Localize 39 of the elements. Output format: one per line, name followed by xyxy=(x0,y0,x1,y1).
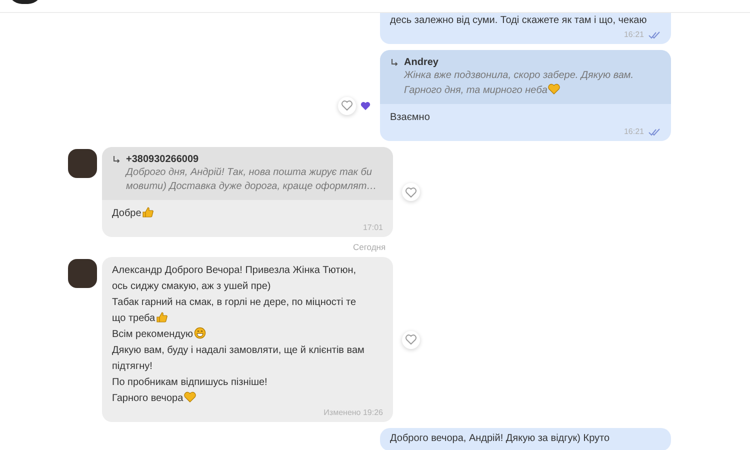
message-text: Всім рекомендую xyxy=(112,329,194,340)
message-text: Взаємно xyxy=(390,112,430,123)
message-text: Добре xyxy=(112,208,142,219)
thumbs-up-emoji-icon xyxy=(142,206,154,218)
date-divider: Сегодня xyxy=(353,242,386,252)
heart-emoji-icon xyxy=(184,391,196,403)
message-text: десь залежно від суми. Тоді скажете як там і що, чекаю xyxy=(390,15,647,26)
grin-emoji-icon xyxy=(194,327,206,339)
like-button[interactable] xyxy=(338,96,356,114)
message-text: Александр Доброго Вечора! Привезла Жінка Тютюн, xyxy=(112,265,356,276)
heart-icon xyxy=(341,100,353,111)
quote-author: Andrey xyxy=(404,56,438,69)
heart-icon xyxy=(405,186,417,198)
quote-text: мовити) Доставка дуже дорога, краще оформлят… xyxy=(126,181,377,192)
reply-arrow-icon xyxy=(390,58,399,67)
message-text: Доброго вечора, Андрій! Дякую за відгук) Круто xyxy=(390,433,610,444)
message-text: Табак гарний на смак, в горлі не дере, по міцності те xyxy=(112,297,356,308)
quote-author: +380930266009 xyxy=(126,153,199,166)
message-time: 16:21 xyxy=(624,29,644,40)
message-time: 17:01 xyxy=(362,222,383,233)
like-button[interactable] xyxy=(402,330,420,348)
quote-text: Гарного дня, та мирного неба xyxy=(404,85,548,96)
reply-arrow-icon xyxy=(112,155,121,164)
message-text: підтягну! xyxy=(112,361,152,372)
message-time: Изменено 19:26 xyxy=(324,407,383,418)
like-button[interactable] xyxy=(402,183,420,201)
message-text: Дякую вам, буду і надалі замовляти, ще й клієнтів вам xyxy=(112,345,364,356)
avatar xyxy=(68,259,97,288)
message-text: По пробникам відпишусь пізніше! xyxy=(112,377,268,388)
heart-icon xyxy=(405,334,417,345)
message-text: що треба xyxy=(112,313,156,324)
message-text: Гарного вечора xyxy=(112,393,184,404)
heart-emoji-icon xyxy=(548,83,560,95)
quote-text: Доброго дня, Андрій! Так, нова пошта жирує так би xyxy=(126,167,372,178)
avatar xyxy=(68,149,97,178)
message-text: ось сиджу смакую, аж з ушей пре) xyxy=(112,281,271,292)
quote-text: Жінка вже подзвонила, скоро забере. Дякую вам. xyxy=(404,70,634,81)
message-time: 16:21 xyxy=(624,126,644,137)
thumbs-up-emoji-icon xyxy=(156,311,168,323)
